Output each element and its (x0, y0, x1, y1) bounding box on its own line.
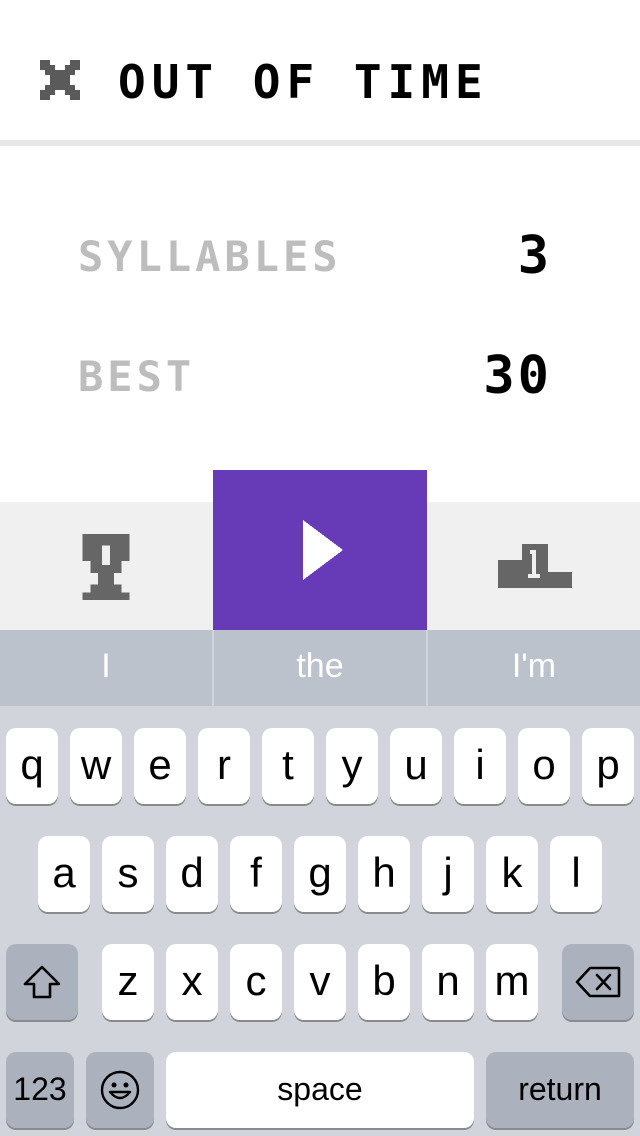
key-u[interactable]: u (390, 728, 442, 804)
key-j[interactable]: j (422, 836, 474, 912)
syllables-label: SYLLABLES (78, 232, 342, 281)
best-value: 30 (483, 346, 552, 406)
best-label: BEST (78, 352, 196, 401)
shift-icon (23, 965, 61, 999)
key-k[interactable]: k (486, 836, 538, 912)
key-s[interactable]: s (102, 836, 154, 912)
key-f[interactable]: f (230, 836, 282, 912)
key-g[interactable]: g (294, 836, 346, 912)
close-icon (40, 60, 80, 100)
key-o[interactable]: o (518, 728, 570, 804)
key-w[interactable]: w (70, 728, 122, 804)
shift-key[interactable] (6, 944, 78, 1020)
space-key[interactable]: space (166, 1052, 474, 1128)
keyboard-suggestion-bar: I the I'm (0, 630, 640, 706)
achievements-button[interactable] (78, 534, 134, 604)
emoji-key[interactable] (86, 1052, 154, 1128)
emoji-icon (100, 1070, 140, 1110)
key-b[interactable]: b (358, 944, 410, 1020)
return-key[interactable]: return (486, 1052, 634, 1128)
play-button[interactable] (213, 470, 427, 630)
key-z[interactable]: z (102, 944, 154, 1020)
key-t[interactable]: t (262, 728, 314, 804)
podium-icon (498, 544, 572, 588)
key-a[interactable]: a (38, 836, 90, 912)
key-e[interactable]: e (134, 728, 186, 804)
key-y[interactable]: y (326, 728, 378, 804)
backspace-key[interactable] (562, 944, 634, 1020)
key-l[interactable]: l (550, 836, 602, 912)
close-button[interactable] (40, 60, 80, 100)
key-m[interactable]: m (486, 944, 538, 1020)
key-n[interactable]: n (422, 944, 474, 1020)
key-x[interactable]: x (166, 944, 218, 1020)
trophy-icon (82, 534, 130, 601)
key-h[interactable]: h (358, 836, 410, 912)
key-q[interactable]: q (6, 728, 58, 804)
key-i[interactable]: i (454, 728, 506, 804)
page-title: OUT OF TIME (118, 55, 489, 109)
play-icon (303, 520, 343, 580)
suggestion-2[interactable]: the (214, 630, 426, 706)
key-v[interactable]: v (294, 944, 346, 1020)
header-divider (0, 140, 640, 146)
leaderboard-button[interactable] (498, 544, 572, 588)
numbers-key[interactable]: 123 (6, 1052, 74, 1128)
key-r[interactable]: r (198, 728, 250, 804)
key-p[interactable]: p (582, 728, 634, 804)
key-d[interactable]: d (166, 836, 218, 912)
header: OUT OF TIME (0, 0, 640, 140)
syllables-value: 3 (517, 226, 552, 286)
backspace-icon (575, 966, 621, 998)
suggestion-1[interactable]: I (0, 630, 212, 706)
suggestion-3[interactable]: I'm (428, 630, 640, 706)
key-c[interactable]: c (230, 944, 282, 1020)
